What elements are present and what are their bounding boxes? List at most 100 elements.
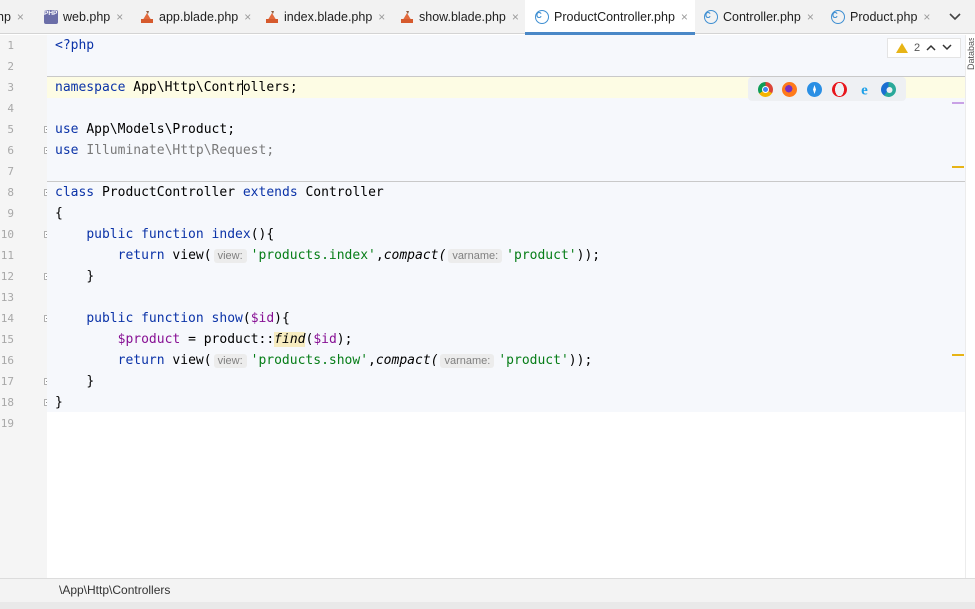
line-number: 19 <box>0 417 14 430</box>
tab-label: ProductController.php <box>554 10 675 24</box>
edge-icon[interactable] <box>881 81 897 97</box>
ie-icon[interactable]: e <box>857 82 872 98</box>
code-line-1: <?php <box>55 35 94 56</box>
keyword: use <box>55 122 79 137</box>
breadcrumb-path[interactable]: \App\Http\Controllers <box>59 583 170 597</box>
code-line-11: return view(view:'products.index',compac… <box>55 245 600 266</box>
parameter-hint: varname: <box>440 354 495 368</box>
tab-label: web.php <box>63 10 111 24</box>
tab-web-php[interactable]: PHP web.php × <box>44 0 123 34</box>
close-icon[interactable]: × <box>807 10 814 24</box>
code-line-10: public function index(){ <box>55 224 274 245</box>
tab-label: hp <box>0 10 11 24</box>
inspection-widget[interactable]: 2 <box>887 38 961 58</box>
line-number: 18 <box>0 396 14 409</box>
static-method-call: find <box>274 332 306 347</box>
php-file-icon: PHP <box>44 10 58 24</box>
unused-import-path: Illuminate\Http\Request; <box>86 143 275 158</box>
tab-show-blade[interactable]: show.blade.php × <box>400 0 519 34</box>
line-number: 16 <box>0 354 14 367</box>
method-name: show <box>211 311 243 326</box>
paren: ){ <box>274 311 290 326</box>
tab-label: Controller.php <box>723 10 801 24</box>
chevron-down-icon[interactable] <box>942 43 952 54</box>
parent-class: Controller <box>305 185 384 200</box>
function-call: view( <box>172 353 212 368</box>
line-number: 3 <box>7 81 14 94</box>
line-number: 8 <box>7 186 14 199</box>
line-number: 14 <box>0 312 14 325</box>
line-number: 12 <box>0 270 14 283</box>
namespace-pre: App\Http\Contr <box>133 80 243 95</box>
code-line-8: class ProductController extends Controll… <box>55 182 384 203</box>
tab-product[interactable]: C Product.php × <box>831 0 930 34</box>
tab-label: app.blade.php <box>159 10 239 24</box>
paren: ( <box>242 311 251 326</box>
line-number: 1 <box>7 39 14 52</box>
tab-list-chevron-down-icon[interactable] <box>949 0 961 34</box>
line-number: 5 <box>7 123 14 136</box>
close-icon[interactable]: × <box>244 10 251 24</box>
tab-product-controller[interactable]: C ProductController.php × <box>525 0 695 35</box>
brace: { <box>55 206 63 221</box>
line-number: 9 <box>7 207 14 220</box>
tab-index-blade[interactable]: index.blade.php × <box>265 0 385 34</box>
tab-hidden-php[interactable]: hp × <box>0 0 24 34</box>
blade-file-icon <box>400 10 414 24</box>
namespace-post: ollers <box>242 80 290 95</box>
error-stripe-mark[interactable] <box>952 166 964 168</box>
close-icon[interactable]: × <box>17 10 24 24</box>
code-line-14: public function show($id){ <box>55 308 290 329</box>
function-call: compact( <box>375 353 439 368</box>
paren: ); <box>336 332 353 347</box>
blade-file-icon <box>265 10 279 24</box>
line-number-gutter: 1 2 3 4 5 6 7 8 9 10 11 12 13 14 15 16 1… <box>0 35 51 578</box>
close-icon[interactable]: × <box>378 10 385 24</box>
code-editor[interactable]: <?php namespace App\Http\Controllers; us… <box>47 35 965 578</box>
database-panel-label[interactable]: Database <box>966 38 975 70</box>
php-open-tag: <?php <box>55 38 95 53</box>
close-icon[interactable]: × <box>116 10 123 24</box>
line-number: 17 <box>0 375 14 388</box>
paren: )); <box>576 248 601 263</box>
comma: , <box>375 248 384 263</box>
semicolon: ; <box>289 80 298 95</box>
variable: $product <box>117 332 181 347</box>
line-number: 10 <box>0 228 14 241</box>
string-literal: 'products.index' <box>250 248 376 263</box>
error-stripe-mark[interactable] <box>952 102 964 104</box>
line-number: 13 <box>0 291 14 304</box>
breadcrumb[interactable]: \App\Http\Controllers <box>0 578 975 602</box>
line-number: 15 <box>0 333 14 346</box>
code-line-16: return view(view:'products.show',compact… <box>55 350 592 371</box>
firefox-icon[interactable] <box>782 81 798 97</box>
parameter-hint: view: <box>213 354 247 368</box>
safari-icon[interactable] <box>807 81 823 97</box>
paren: (){ <box>250 227 275 242</box>
code-line-15: $product = product::find($id); <box>55 329 352 350</box>
error-stripe-mark[interactable] <box>952 354 964 356</box>
class-name: ProductController <box>101 185 236 200</box>
class-icon: C <box>535 10 549 24</box>
tab-controller[interactable]: C Controller.php × <box>704 0 814 34</box>
blade-file-icon <box>140 10 154 24</box>
code-line-17: } <box>55 371 94 392</box>
keyword: namespace <box>55 80 126 95</box>
close-icon[interactable]: × <box>512 10 519 24</box>
chevron-up-icon[interactable] <box>926 43 936 54</box>
line-number: 2 <box>7 60 14 73</box>
opera-icon[interactable] <box>831 81 847 97</box>
svg-text:e: e <box>861 82 868 97</box>
line-number: 11 <box>0 249 14 262</box>
brace: } <box>86 269 95 284</box>
class-icon: C <box>831 10 845 24</box>
code-line-5: use App\Models\Product; <box>55 119 235 140</box>
parameter-hint: varname: <box>448 249 503 263</box>
close-icon[interactable]: × <box>923 10 930 24</box>
chrome-icon[interactable] <box>757 81 773 97</box>
keyword: class <box>55 185 95 200</box>
brace: } <box>86 374 95 389</box>
tab-app-blade[interactable]: app.blade.php × <box>140 0 251 34</box>
error-stripe[interactable] <box>965 35 975 578</box>
close-icon[interactable]: × <box>681 10 688 24</box>
